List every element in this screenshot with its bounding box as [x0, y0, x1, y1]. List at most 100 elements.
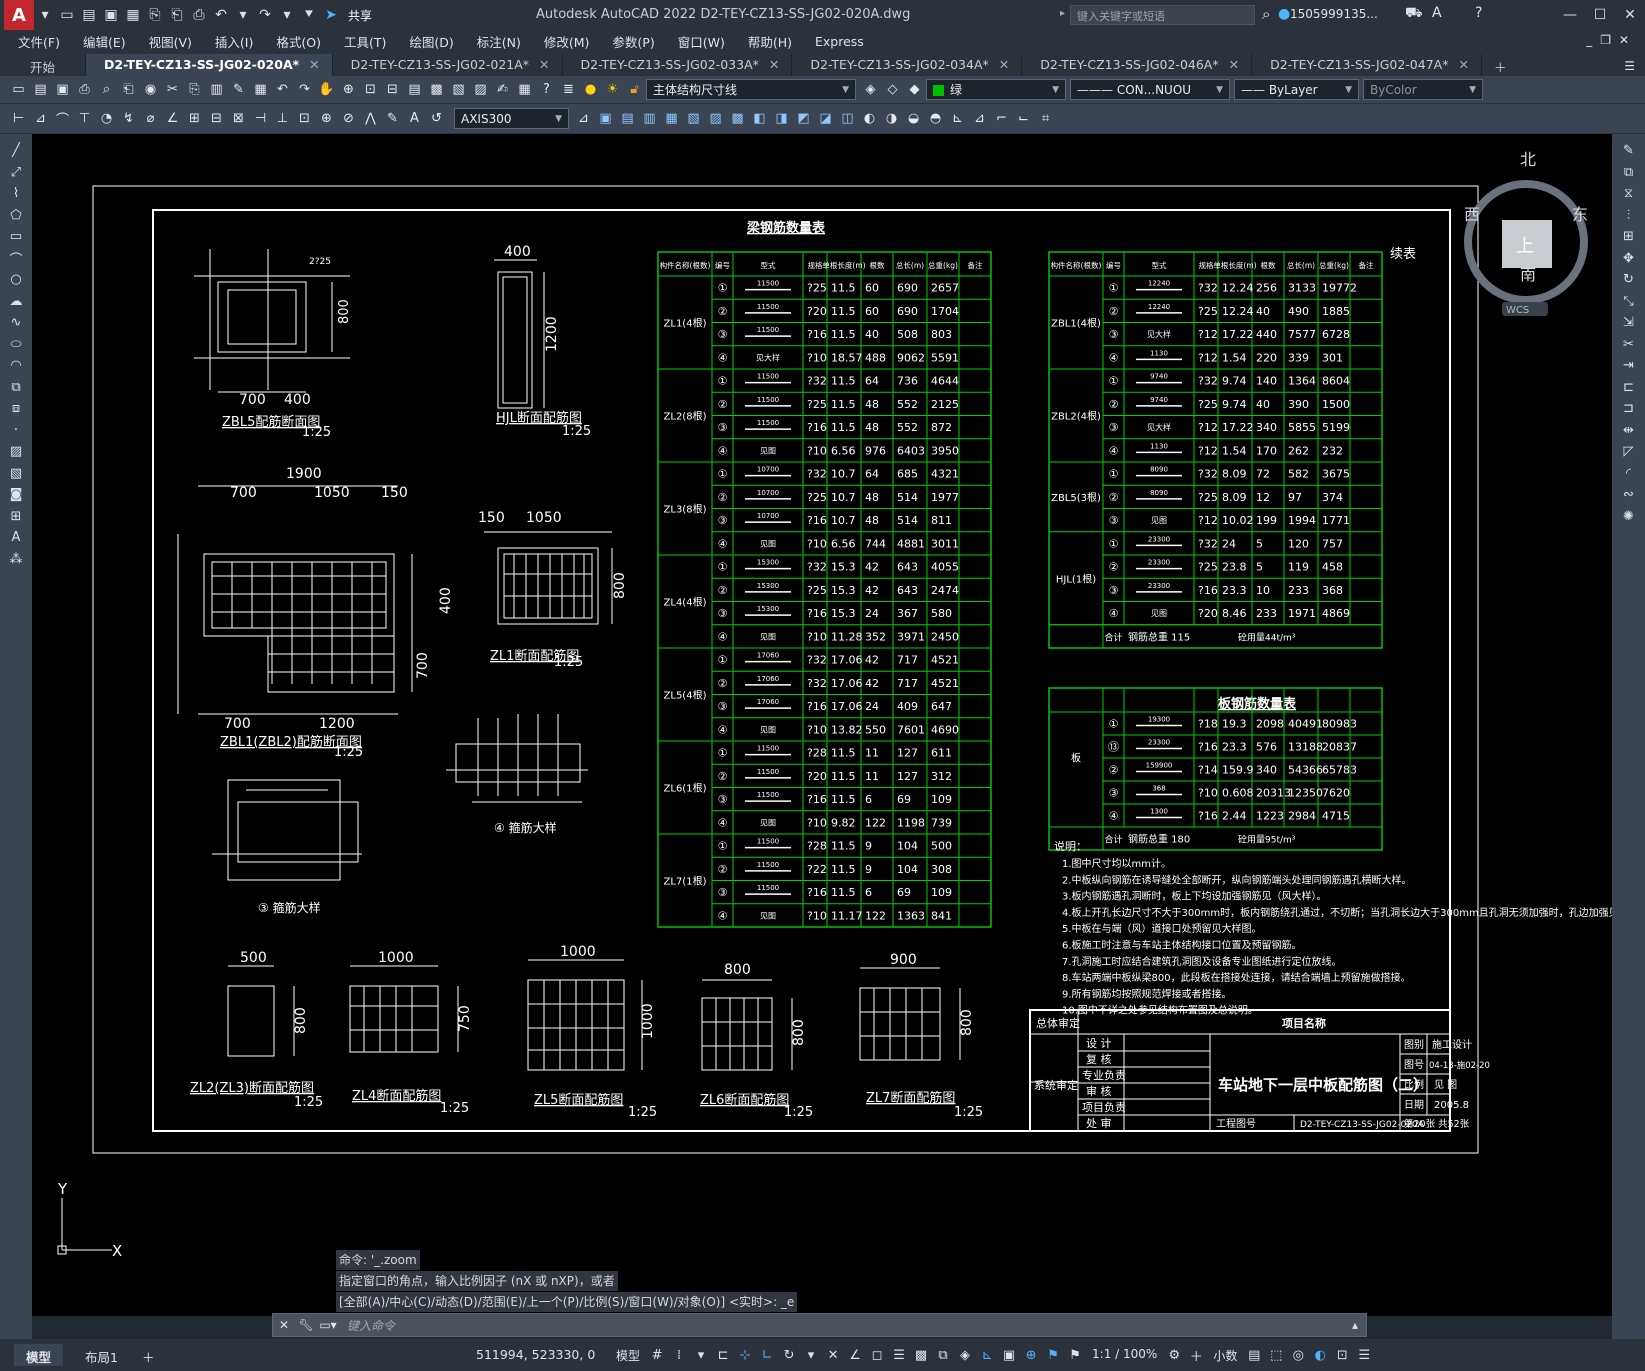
array-icon[interactable]: ⊞ [1612, 226, 1645, 248]
view-icon-6[interactable]: ▨ [705, 108, 726, 129]
close-icon[interactable]: ✕ [1615, 0, 1645, 30]
make-block-icon[interactable]: ⧈ [0, 398, 32, 420]
view-icon-10[interactable]: ◩ [793, 108, 814, 129]
extend-icon[interactable]: ⇥ [1612, 355, 1645, 377]
autodesk-app-icon[interactable]: A [1432, 5, 1442, 21]
tab-drawing-034a[interactable]: D2-TEY-CZ13-SS-JG02-034A* ✕ [792, 54, 1023, 76]
stretch-icon[interactable]: ⇲ [1612, 312, 1645, 334]
erase-icon[interactable]: ✎ [1612, 140, 1645, 162]
gradient-icon[interactable]: ▧ [0, 463, 32, 485]
trim-icon[interactable]: ✂ [1612, 334, 1645, 356]
color-dropdown[interactable]: 绿 ▼ [926, 79, 1066, 100]
import-icon[interactable]: ⎘ [144, 4, 166, 26]
transparency-icon[interactable]: ▩ [910, 1343, 932, 1367]
units-display[interactable]: 小数 [1207, 1343, 1243, 1368]
3d-osnap-icon[interactable]: ◈ [954, 1343, 976, 1367]
menu-window[interactable]: 窗口(W) [678, 32, 725, 51]
menu-tools[interactable]: 工具(T) [344, 32, 386, 51]
view-icon-5[interactable]: ▧ [683, 108, 704, 129]
match-prop-icon[interactable]: ✎ [228, 79, 249, 100]
customization-icon[interactable]: ☰ [1353, 1343, 1375, 1367]
save-as-icon[interactable]: ▦ [122, 4, 144, 26]
autoscale-icon[interactable]: ⚑ [1064, 1343, 1086, 1367]
dim-space-icon[interactable]: ⊣ [250, 108, 271, 129]
view-icon-2[interactable]: ▤ [617, 108, 638, 129]
menu-parametric[interactable]: 参数(P) [612, 32, 654, 51]
model-space-toggle[interactable]: 模型 [610, 1343, 646, 1368]
open-folder-icon[interactable]: ▤ [78, 4, 100, 26]
undo-icon[interactable]: ↶ [272, 79, 293, 100]
graphics-performance-icon[interactable]: ◐ [1309, 1343, 1331, 1367]
lock-ui-icon[interactable]: ⬚ [1265, 1343, 1287, 1367]
dim-arc-icon[interactable]: ⌒ [52, 108, 73, 129]
publish-icon[interactable]: ⎗ [166, 4, 188, 26]
dim-radius-icon[interactable]: ◔ [96, 108, 117, 129]
insert-block-icon[interactable]: ⧉ [0, 377, 32, 399]
inspect-icon[interactable]: ⊘ [338, 108, 359, 129]
circle-icon[interactable]: ○ [0, 269, 32, 291]
view-icon-7[interactable]: ▩ [727, 108, 748, 129]
tab-drawing-047a[interactable]: D2-TEY-CZ13-SS-JG02-047A* ✕ [1252, 54, 1482, 76]
help-icon[interactable]: ? [1475, 5, 1482, 21]
linetype-dropdown[interactable]: ——— CON...NUOU ▼ [1070, 79, 1230, 100]
coordinate-readout[interactable]: 511994, 523330, 0 [476, 1347, 595, 1362]
view-icon-8[interactable]: ◧ [749, 108, 770, 129]
chamfer-icon[interactable]: ◸ [1612, 441, 1645, 463]
zoom-previous-icon[interactable]: ⊟ [382, 79, 403, 100]
document-window-controls[interactable]: _❐✕ [1586, 33, 1637, 47]
isodraft-icon[interactable]: ✕ [822, 1343, 844, 1367]
center-mark-icon[interactable]: ⊕ [316, 108, 337, 129]
undo-icon[interactable]: ↶ [210, 4, 232, 26]
selection-filter-icon[interactable]: ▣ [998, 1343, 1020, 1367]
spline-icon[interactable]: ∿ [0, 312, 32, 334]
viewcube-north[interactable]: 北 [1520, 150, 1536, 169]
customize-qat-icon[interactable]: ⯆ [298, 4, 320, 26]
dynamic-input-icon[interactable]: ⊹ [734, 1343, 756, 1367]
layer-dropdown[interactable]: 主体结构尺寸线 ▼ [646, 79, 856, 100]
search-input[interactable]: 键入关键字或短语 [1070, 5, 1255, 25]
design-center-icon[interactable]: ▩ [426, 79, 447, 100]
quick-properties-icon[interactable]: ▤ [1243, 1343, 1265, 1367]
table-icon[interactable]: ⊞ [0, 506, 32, 528]
viewcube-west[interactable]: 西 [1464, 205, 1480, 224]
ucs-icon-3[interactable]: ⌐ [991, 108, 1012, 129]
minimize-icon[interactable]: — [1555, 0, 1585, 30]
gizmo-icon[interactable]: ⊕ [1020, 1343, 1042, 1367]
point-icon[interactable]: · [0, 420, 32, 442]
grid-icon[interactable]: # [646, 1343, 668, 1367]
fillet-icon[interactable]: ◜ [1612, 463, 1645, 485]
recent-commands-icon[interactable]: ▭▾ [317, 1314, 339, 1336]
visual-style-icon-3[interactable]: ◒ [903, 108, 924, 129]
dim-baseline-icon[interactable]: ⊟ [206, 108, 227, 129]
view-icon-4[interactable]: ▦ [661, 108, 682, 129]
share-button[interactable]: 共享 [348, 7, 372, 24]
tab-start[interactable]: 开始 [0, 54, 87, 76]
clean-screen-icon[interactable]: ⊡ [1331, 1343, 1353, 1367]
rotate-icon[interactable]: ↻ [1612, 269, 1645, 291]
maximize-icon[interactable]: ☐ [1585, 0, 1615, 30]
explode-icon[interactable]: ✺ [1612, 506, 1645, 528]
ortho-icon[interactable]: ∟ [756, 1343, 778, 1367]
command-line[interactable]: ✕ 🔧︎ ▭▾ 键入命令 ▴ [272, 1313, 1367, 1337]
add-layout-icon[interactable]: ＋ [130, 1344, 167, 1366]
break-at-point-icon[interactable]: ⊏ [1612, 377, 1645, 399]
menu-draw[interactable]: 绘图(D) [409, 32, 453, 51]
search-icon[interactable]: ⌕ [1262, 5, 1270, 23]
redo-icon[interactable]: ↷ [254, 4, 276, 26]
user-account[interactable]: 1505999135... [1290, 7, 1378, 21]
view-icon-12[interactable]: ◫ [837, 108, 858, 129]
menu-dimension[interactable]: 标注(N) [477, 32, 521, 51]
polar-icon[interactable]: ↻ [778, 1343, 800, 1367]
selection-cycling-icon[interactable]: ⧉ [932, 1343, 954, 1367]
dim-aligned-icon[interactable]: ⊿ [30, 108, 51, 129]
dim-linear-icon[interactable]: ⊢ [8, 108, 29, 129]
command-close-icon[interactable]: ✕ [273, 1314, 295, 1336]
scale-icon[interactable]: ⤡ [1612, 291, 1645, 313]
menu-help[interactable]: 帮助(H) [748, 32, 792, 51]
redo-icon[interactable]: ↷ [294, 79, 315, 100]
view-icon-1[interactable]: ▣ [595, 108, 616, 129]
dim-style-icon[interactable]: ⊿ [573, 108, 594, 129]
make-current-layer-icon[interactable]: ◈ [860, 79, 881, 100]
tab-layout1[interactable]: 布局1 [73, 1344, 130, 1366]
lineweight-icon[interactable]: ☰ [888, 1343, 910, 1367]
